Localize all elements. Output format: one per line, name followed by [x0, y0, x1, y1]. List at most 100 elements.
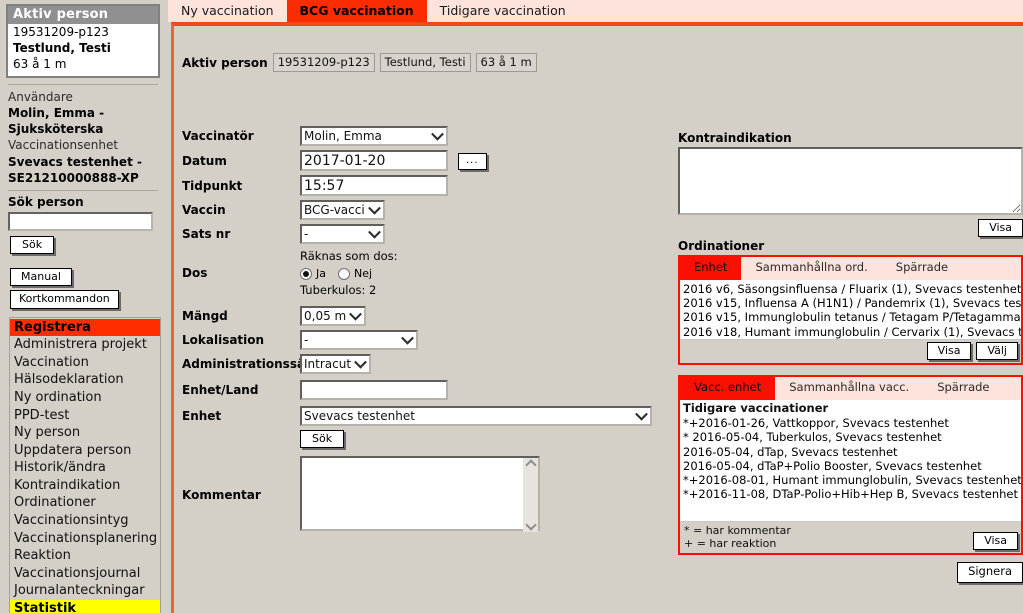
sidebar-menu-item[interactable]: Registrera — [10, 318, 160, 337]
location-select[interactable]: - — [300, 329, 418, 350]
field-vaccine: Vaccin BCG-vaccin — [182, 200, 682, 220]
date-input[interactable] — [300, 150, 448, 171]
sidebar-menu-item[interactable]: Administrera projekt — [10, 336, 160, 354]
sidebar-menu-item[interactable]: Vaccinationsplanering — [10, 530, 160, 548]
vaccinator-select[interactable]: Molin, Emma — [300, 126, 448, 146]
field-batch: Sats nr - — [182, 224, 682, 244]
sidebar-divider-2 — [8, 189, 158, 191]
sidebar-menu-item[interactable]: Journalanteckningar — [10, 582, 160, 600]
vaccination-tab[interactable]: Ny vaccination — [168, 0, 287, 22]
ordinations-select-button[interactable]: Välj — [976, 341, 1018, 361]
sidebar-menu-item[interactable]: Ny ordination — [10, 389, 160, 407]
previous-vaccinations-show-button[interactable]: Visa — [973, 531, 1018, 550]
ordination-list-item[interactable]: 2016 v15, Influensa A (H1N1) / Pandemrix… — [683, 296, 1021, 310]
sidebar-menu-item[interactable]: Uppdatera person — [10, 442, 160, 460]
contraindication-show-button[interactable]: Visa — [978, 219, 1023, 238]
ordination-list-item[interactable]: 2016 v18, Humant immunglobulin / Cervari… — [683, 325, 1021, 339]
field-time: Tidpunkt — [182, 175, 682, 196]
ordination-list-item[interactable]: 2016 v6, Säsongsinfluensa / Fluarix (1),… — [683, 282, 1021, 296]
sidebar-menu-item[interactable]: PPD-test — [10, 407, 160, 425]
vaccination-list-item[interactable]: *+2016-01-26, Vattkoppor, Svevacs testen… — [683, 416, 1018, 430]
previous-vaccinations-footer: * = har kommentar + = har reaktion Visa — [680, 521, 1021, 553]
vaccination-tabbar: Ny vaccination BCG vaccination Tidigare va… — [168, 0, 1023, 22]
sidebar-menu-item[interactable]: Vaccinationsintyg — [10, 512, 160, 530]
unit-label: Vaccinationsenhet — [8, 138, 119, 153]
manual-button[interactable]: Manual — [10, 268, 72, 287]
unit-search-row: Sök — [182, 429, 682, 449]
legend-reaction: + = har reaktion — [684, 536, 777, 550]
field-location: Lokalisation - — [182, 329, 682, 350]
active-person-row: Aktiv person 19531209-p123 Testlund, Tes… — [182, 53, 537, 73]
field-vaccinator: Vaccinatör Molin, Emma — [182, 126, 682, 146]
sidebar-menu-item[interactable]: Reaktion — [10, 547, 160, 565]
vaccination-list-item[interactable]: 2016-05-04, dTap, Svevacs testenhet — [683, 445, 1018, 459]
active-person-panel: Aktiv person 19531209-p123 Testlund, Tes… — [6, 4, 160, 78]
sidebar-menu-item[interactable]: Ny person — [10, 424, 160, 442]
vaccination-list-item[interactable]: *+2016-08-01, Humant immunglobulin, Svev… — [683, 473, 1021, 487]
search-person-title: Sök person — [8, 194, 84, 209]
field-date: Datum ... — [182, 150, 682, 171]
ordinations-list[interactable]: 2016 v6, Säsongsinfluensa / Fluarix (1),… — [680, 279, 1021, 340]
ordinations-panel: Enhet Sammanhållna ord. Spärrade 2016 v6, … — [678, 255, 1023, 366]
vaccination-tab[interactable]: Tidigare vaccination — [427, 0, 579, 22]
amount-select[interactable]: 0,05 ml — [300, 305, 366, 326]
dose-yes-label: Ja — [316, 266, 326, 280]
user-label: Användare — [8, 89, 73, 104]
unit-select[interactable]: Svevacs testenhet — [300, 405, 652, 426]
contraindication-title: Kontraindikation — [678, 131, 792, 145]
sign-button[interactable]: Signera — [957, 561, 1023, 583]
vaccination-tab[interactable]: BCG vaccination — [286, 0, 427, 22]
ordinations-title: Ordinationer — [678, 239, 765, 254]
ordinations-tab[interactable]: Spärrade — [882, 257, 962, 280]
sidebar-menu-item[interactable]: Statistik — [10, 600, 160, 613]
unit-country-input[interactable] — [300, 379, 448, 400]
sign-row: Signera — [678, 561, 1023, 583]
ordinations-show-button[interactable]: Visa — [926, 341, 972, 361]
sidebar-menu-item[interactable]: Kontraindikation — [10, 477, 160, 495]
previous-vaccinations-tab[interactable]: Sammanhållna vacc. — [775, 377, 923, 400]
shortcuts-button[interactable]: Kortkommandon — [10, 290, 119, 309]
sidebar-menu-item[interactable]: Vaccination — [10, 354, 160, 372]
shortcuts-button-row: Kortkommandon — [6, 290, 160, 309]
active-person-age: 63 å 1 m — [13, 56, 67, 71]
search-person-button[interactable]: Sök — [10, 235, 55, 255]
dose-yes-radio[interactable] — [300, 267, 312, 280]
previous-vaccinations-list[interactable]: Tidigare vaccinationer *+2016-01-26, Vat… — [680, 399, 1021, 522]
previous-vaccinations-tab[interactable]: Vacc. enhet — [680, 377, 776, 400]
ordinations-tabs: Enhet Sammanhållna ord. Spärrade — [680, 257, 1021, 280]
vaccination-list-item[interactable]: *+2016-11-08, DTaP-Polio+Hib+Hep B, Svev… — [683, 487, 1018, 501]
user-info-block: Användare Molin, Emma - Sjuksköterska Va… — [6, 89, 160, 186]
vaccination-list-item[interactable]: * 2016-05-04, Tuberkulos, Svevacs testen… — [683, 430, 1018, 444]
ordinations-tab[interactable]: Enhet — [680, 257, 742, 280]
batch-select[interactable]: - — [300, 224, 385, 244]
vaccination-list-item[interactable]: 2016-05-04, dTaP+Polio Booster, Svevacs … — [683, 459, 1018, 473]
comment-textarea[interactable] — [300, 456, 540, 532]
field-unit-country: Enhet/Land — [182, 379, 682, 400]
sidebar-menu-item[interactable]: Historik/ändra — [10, 459, 160, 477]
ordination-list-item[interactable]: 2016 v15, Immunglobulin tetanus / Tetaga… — [683, 310, 1021, 324]
contraindication-actions: Visa — [678, 219, 1023, 238]
vaccine-select[interactable]: BCG-vaccin — [300, 200, 385, 220]
comment-label: Kommentar — [182, 488, 261, 503]
dose-note: Tuberkulos: 2 — [300, 283, 377, 298]
previous-vaccinations-tab[interactable]: Spärrade — [923, 377, 1003, 400]
main-content: Aktiv person 19531209-p123 Testlund, Tes… — [171, 22, 1023, 613]
time-input[interactable] — [300, 175, 448, 196]
unit-search-button[interactable]: Sök — [300, 429, 345, 449]
right-column: Kontraindikation Visa Ordinationer Enhet… — [678, 131, 1023, 583]
sidebar-menu-item[interactable]: Hälsodeklaration — [10, 371, 160, 389]
date-picker-button[interactable]: ... — [458, 153, 487, 170]
search-person-input[interactable] — [8, 211, 153, 231]
field-unit: Enhet Svevacs testenhet — [182, 405, 682, 426]
field-comment: Kommentar — [182, 456, 682, 534]
dose-no-radio[interactable] — [338, 267, 350, 280]
sidebar-menu-item[interactable]: Ordinationer — [10, 494, 160, 512]
unit-country-label: Enhet/Land — [182, 382, 259, 397]
contraindication-box[interactable] — [678, 147, 1023, 215]
previous-vaccinations-legend: * = har kommentar + = har reaktion — [684, 524, 791, 550]
administration-select[interactable]: Intracut — [300, 353, 371, 374]
ordinations-tab[interactable]: Sammanhållna ord. — [741, 257, 881, 280]
dose-label: Dos — [182, 266, 208, 280]
amount-label: Mängd — [182, 308, 228, 323]
sidebar-menu-item[interactable]: Vaccinationsjournal — [10, 565, 160, 583]
